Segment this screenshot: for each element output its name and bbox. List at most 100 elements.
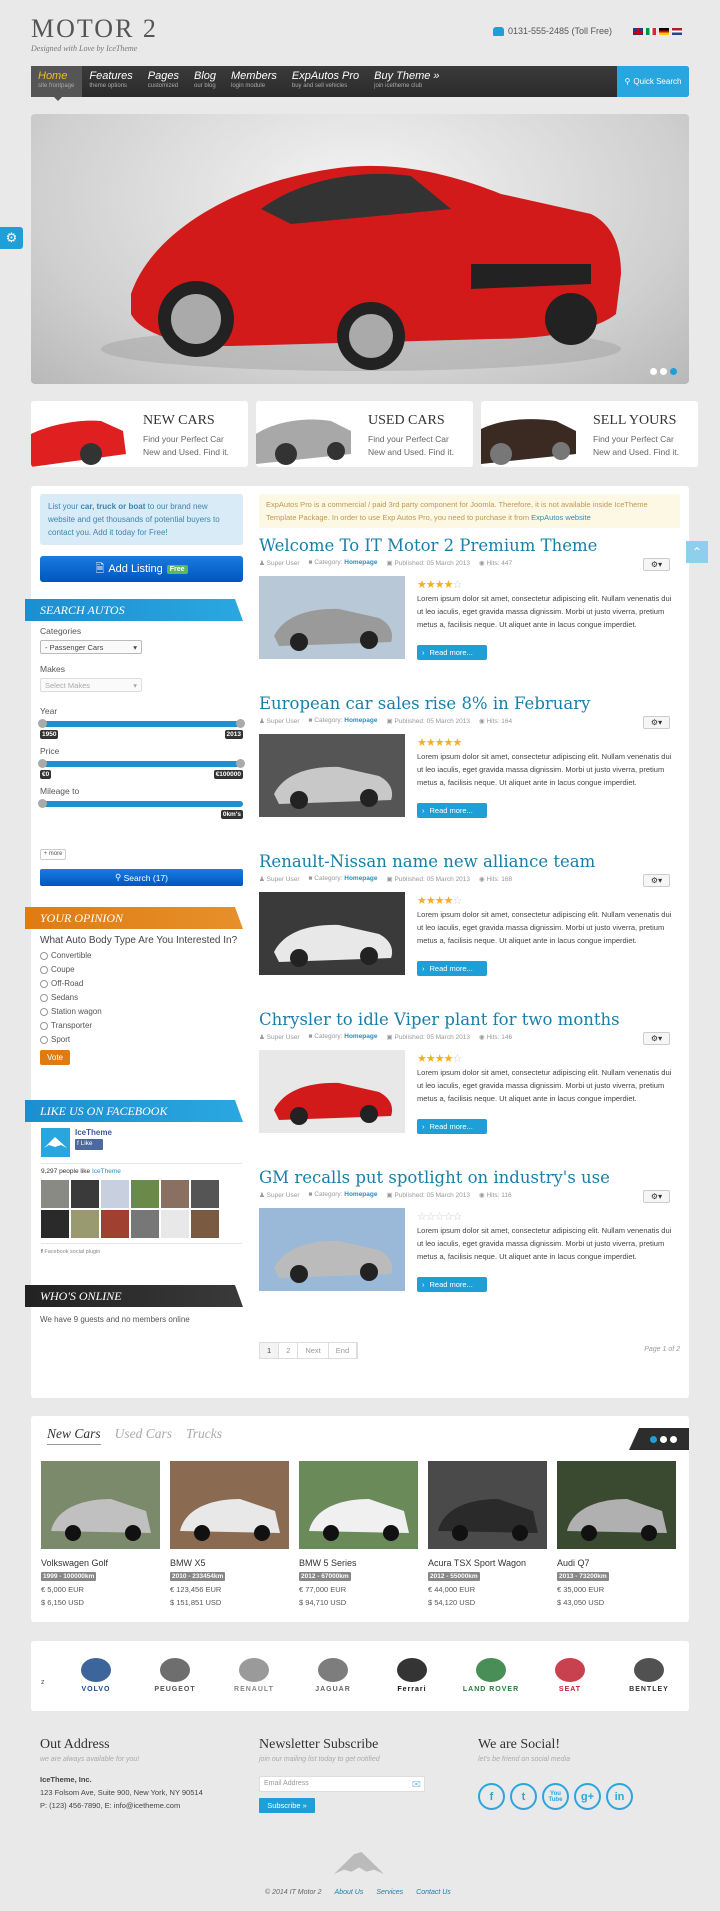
article-options-button[interactable]: ⚙▾: [643, 716, 670, 729]
tab-used-cars[interactable]: Used Cars: [115, 1426, 172, 1445]
car-card[interactable]: Audi Q7 2013 - 73200km € 35,000 EUR $ 43…: [557, 1461, 676, 1607]
radio-button[interactable]: [40, 979, 48, 988]
car-image[interactable]: [299, 1461, 418, 1549]
poll-option[interactable]: Coupe: [40, 965, 243, 974]
car-name[interactable]: Volkswagen Golf: [41, 1558, 160, 1568]
carousel-dot[interactable]: [659, 1435, 667, 1443]
article-thumbnail[interactable]: [259, 1050, 405, 1133]
fb-face-avatar[interactable]: [41, 1180, 69, 1208]
hero-slider[interactable]: [31, 114, 689, 384]
article-thumbnail[interactable]: [259, 734, 405, 817]
slider-dot[interactable]: [660, 368, 667, 375]
add-listing-button[interactable]: 🗎 Add Listing Free: [40, 556, 243, 582]
article-thumbnail[interactable]: [259, 576, 405, 659]
brand-logo-land-rover[interactable]: LAND ROVER: [461, 1658, 521, 1693]
expautos-link[interactable]: ExpAutos website: [531, 513, 591, 522]
read-more-button[interactable]: › Read more...: [417, 1119, 487, 1134]
brand-logo-jaguar[interactable]: JAGUAR: [303, 1658, 363, 1693]
car-image[interactable]: [170, 1461, 289, 1549]
tab-trucks[interactable]: Trucks: [186, 1426, 222, 1445]
fb-like-button[interactable]: f Like: [75, 1139, 103, 1150]
tab-new-cars[interactable]: New Cars: [47, 1426, 101, 1445]
car-card[interactable]: BMW X5 2010 - 233454km € 123,456 EUR $ 1…: [170, 1461, 289, 1607]
contact-us-link[interactable]: Contact Us: [416, 1889, 451, 1896]
article-options-button[interactable]: ⚙▾: [643, 1032, 670, 1045]
fb-face-avatar[interactable]: [161, 1210, 189, 1238]
brand-logo-volvo[interactable]: VOLVO: [66, 1658, 126, 1693]
brand-logo-seat[interactable]: SEAT: [540, 1658, 600, 1693]
carousel-dot-active[interactable]: [649, 1435, 657, 1443]
flag-italy-icon[interactable]: [646, 28, 656, 35]
slider-handle-min[interactable]: [38, 759, 47, 768]
brand-logo-renault[interactable]: RENAULT: [224, 1658, 284, 1693]
fb-face-avatar[interactable]: [101, 1210, 129, 1238]
mileage-slider[interactable]: [38, 799, 243, 808]
slider-handle-max[interactable]: [236, 719, 245, 728]
article-thumbnail[interactable]: [259, 892, 405, 975]
article-title[interactable]: Chrysler to idle Viper plant for two mon…: [259, 1010, 680, 1030]
slider-dot-active[interactable]: [670, 368, 677, 375]
car-image[interactable]: [557, 1461, 676, 1549]
vote-button[interactable]: Vote: [40, 1050, 70, 1065]
car-card[interactable]: Acura TSX Sport Wagon 2012 - 55000km € 4…: [428, 1461, 547, 1607]
categories-select[interactable]: - Passenger Cars ▾: [40, 640, 142, 654]
fb-face-avatar[interactable]: [131, 1180, 159, 1208]
article-title[interactable]: Renault-Nissan name new alliance team: [259, 852, 680, 872]
promo-used-cars[interactable]: USED CARS Find your Perfect Car New and U…: [256, 401, 473, 467]
slider-dot[interactable]: [650, 368, 657, 375]
rating-stars[interactable]: ★★★★☆: [417, 1052, 462, 1065]
rating-stars[interactable]: ★★★★☆: [417, 578, 462, 591]
carousel-dot[interactable]: [669, 1435, 677, 1443]
page-2-link[interactable]: 2: [279, 1343, 299, 1358]
slider-handle-max[interactable]: [236, 759, 245, 768]
quick-search-button[interactable]: ⚲ Quick Search: [617, 66, 689, 97]
google-plus-icon[interactable]: g+: [574, 1783, 601, 1810]
fb-face-avatar[interactable]: [71, 1180, 99, 1208]
brand-logo-peugeot[interactable]: PEUGEOT: [145, 1658, 205, 1693]
fb-face-avatar[interactable]: [191, 1180, 219, 1208]
email-input[interactable]: Email Address ✉: [259, 1776, 425, 1792]
services-link[interactable]: Services: [376, 1889, 403, 1896]
fb-face-avatar[interactable]: [71, 1210, 99, 1238]
logo[interactable]: MOTOR 2 Designed with Love by IceTheme: [31, 14, 158, 53]
makes-select[interactable]: Select Makes ▾: [40, 678, 142, 692]
article-title[interactable]: Welcome To IT Motor 2 Premium Theme: [259, 536, 680, 556]
car-card[interactable]: BMW 5 Series 2012 - 67000km € 77,000 EUR…: [299, 1461, 418, 1607]
year-range-slider[interactable]: [38, 719, 245, 728]
brand-logo-bentley[interactable]: BENTLEY: [619, 1658, 679, 1693]
end-page-link[interactable]: End: [329, 1343, 358, 1358]
nav-item-home[interactable]: Home site frontpage: [31, 66, 83, 97]
article-options-button[interactable]: ⚙▾: [643, 558, 670, 571]
slider-handle[interactable]: [38, 799, 47, 808]
article-title[interactable]: GM recalls put spotlight on industry's u…: [259, 1168, 680, 1188]
radio-button[interactable]: [40, 965, 48, 974]
fb-face-avatar[interactable]: [101, 1180, 129, 1208]
flag-netherlands-icon[interactable]: [672, 28, 682, 35]
nav-item-expautos[interactable]: ExpAutos Pro buy and sell vehicles: [285, 66, 367, 97]
article-options-button[interactable]: ⚙▾: [643, 874, 670, 887]
fb-face-avatar[interactable]: [191, 1210, 219, 1238]
article-thumbnail[interactable]: [259, 1208, 405, 1291]
back-to-top-button[interactable]: ⌃: [686, 541, 708, 563]
car-name[interactable]: BMW 5 Series: [299, 1558, 418, 1568]
search-autos-button[interactable]: ⚲ Search (17): [40, 869, 243, 886]
brand-logo-ferrari[interactable]: Ferrari: [382, 1658, 442, 1693]
nav-item-buy-theme[interactable]: Buy Theme » join icetheme club: [367, 66, 447, 97]
rating-stars[interactable]: ★★★★☆: [417, 894, 462, 907]
nav-item-members[interactable]: Members login module: [224, 66, 285, 97]
flag-germany-icon[interactable]: [659, 28, 669, 35]
poll-option[interactable]: Station wagon: [40, 1007, 243, 1016]
car-card[interactable]: Volkswagen Golf 1999 - 100000km € 5,000 …: [41, 1461, 160, 1607]
car-image[interactable]: [428, 1461, 547, 1549]
radio-button[interactable]: [40, 951, 48, 960]
radio-button[interactable]: [40, 993, 48, 1002]
linkedin-icon[interactable]: in: [606, 1783, 633, 1810]
article-title[interactable]: European car sales rise 8% in February: [259, 694, 680, 714]
slider-handle-min[interactable]: [38, 719, 47, 728]
price-range-slider[interactable]: [38, 759, 245, 768]
poll-option[interactable]: Convertible: [40, 951, 243, 960]
read-more-button[interactable]: › Read more...: [417, 1277, 487, 1292]
radio-button[interactable]: [40, 1007, 48, 1016]
nav-item-features[interactable]: Features theme options: [82, 66, 140, 97]
fb-page-name[interactable]: IceTheme: [75, 1128, 112, 1137]
